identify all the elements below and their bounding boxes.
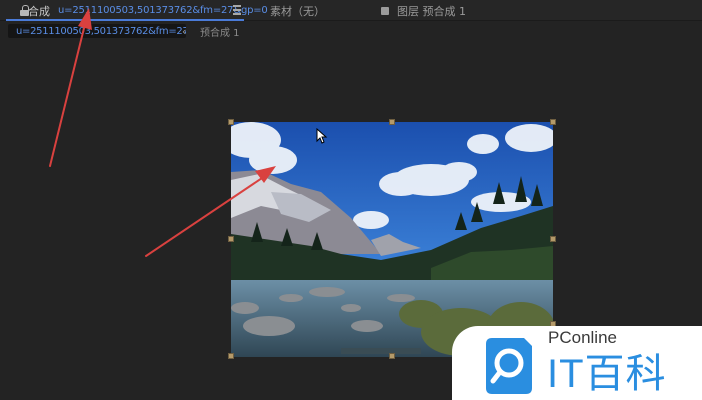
watermark-name: IT百科 <box>547 352 667 396</box>
it-baike-logo-icon <box>486 338 532 394</box>
arrow-head-icon <box>78 8 92 30</box>
pconline-watermark: PConline IT百科 <box>452 326 702 400</box>
watermark-brand: PConline <box>548 328 617 347</box>
